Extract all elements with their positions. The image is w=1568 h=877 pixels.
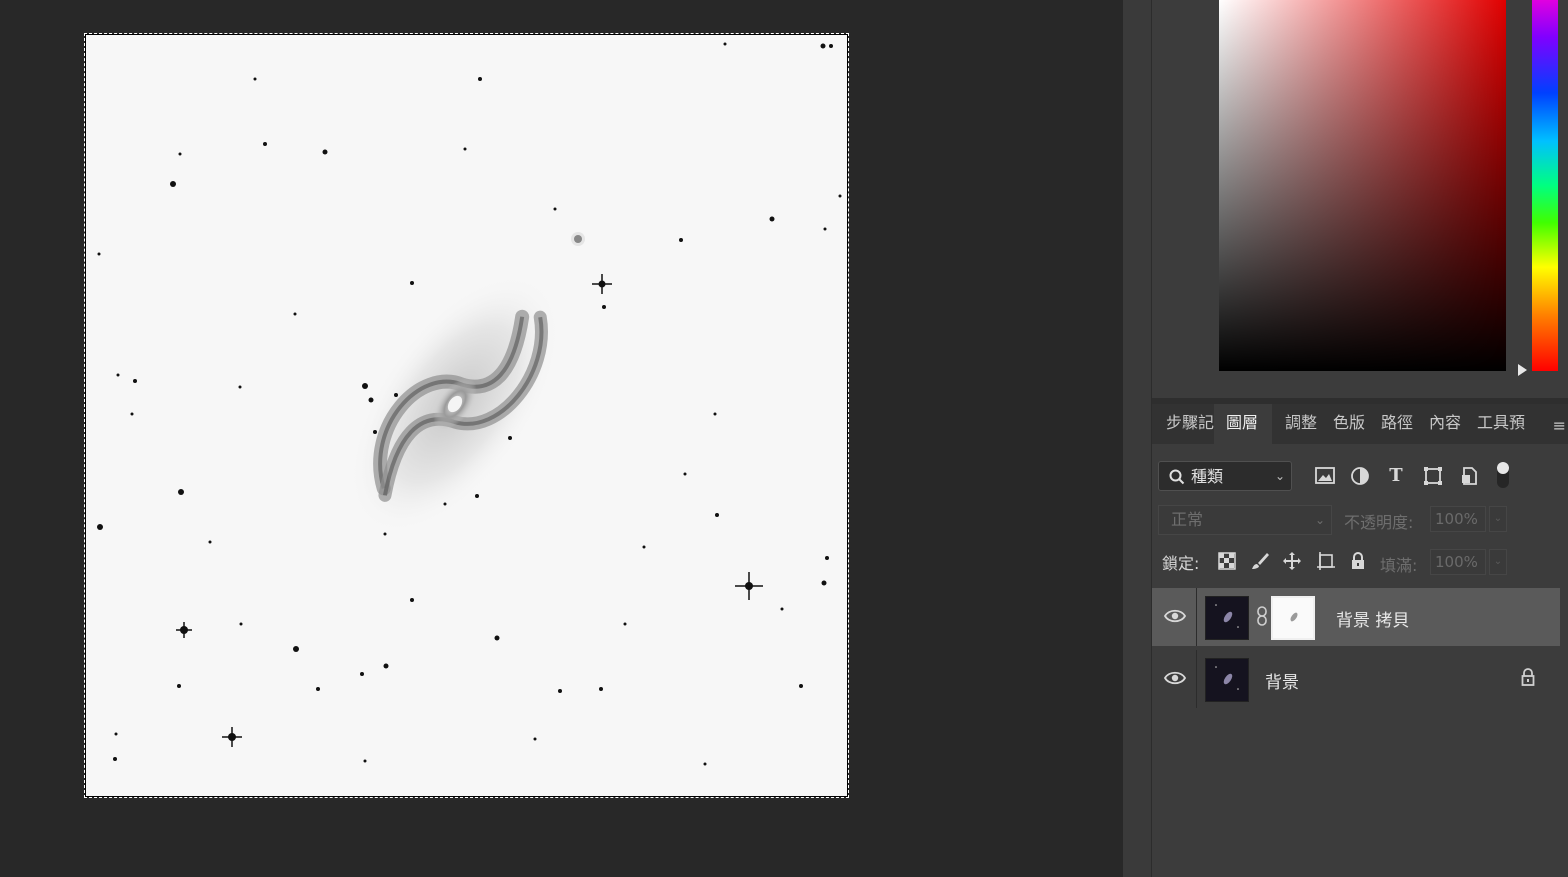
lock-icon[interactable] <box>1520 668 1536 690</box>
lock-image-pixels-icon[interactable] <box>1248 549 1272 573</box>
tab-adjustments[interactable]: 調整 <box>1285 404 1325 444</box>
chevron-down-icon: ⌄ <box>1314 513 1325 527</box>
tab-history[interactable]: 步驟記 <box>1166 404 1214 444</box>
blend-mode-select[interactable]: 正常 ⌄ <box>1158 505 1332 535</box>
layer-row-background-copy[interactable]: 背景 拷貝 <box>1152 588 1560 646</box>
image-filter-icon[interactable] <box>1312 463 1338 489</box>
document-workspace[interactable] <box>0 0 1123 877</box>
document-canvas[interactable] <box>84 33 849 798</box>
layer-thumbnail[interactable] <box>1205 658 1249 702</box>
tab-properties[interactable]: 內容 <box>1429 404 1469 444</box>
adjustment-filter-icon[interactable] <box>1347 463 1373 489</box>
fill-input[interactable]: 100% <box>1430 549 1486 575</box>
search-icon <box>1169 462 1185 502</box>
galaxy-image <box>97 42 842 766</box>
type-filter-icon[interactable]: T <box>1383 463 1409 489</box>
opacity-input[interactable]: 100% <box>1430 506 1486 532</box>
panel-tabs: 步驟記 圖層 調整 色版 路徑 內容 工具預 ≡ <box>1152 404 1568 446</box>
visibility-toggle[interactable] <box>1152 650 1197 708</box>
layer-row-background[interactable]: 背景 <box>1152 650 1560 708</box>
chevron-down-icon: ⌄ <box>1274 469 1285 483</box>
shape-filter-icon[interactable] <box>1420 463 1446 489</box>
layer-name[interactable]: 背景 <box>1265 668 1299 693</box>
hue-slider-handle[interactable] <box>1518 364 1527 376</box>
smart-object-filter-icon[interactable] <box>1456 463 1482 489</box>
eye-icon[interactable] <box>1163 608 1187 628</box>
panel-menu-icon[interactable]: ≡ <box>1553 416 1566 435</box>
layer-mask-thumbnail[interactable] <box>1271 596 1315 640</box>
layer-filter-select[interactable]: 種類 ⌄ <box>1158 461 1292 491</box>
lock-all-icon[interactable] <box>1346 549 1370 573</box>
tab-paths[interactable]: 路徑 <box>1381 404 1421 444</box>
right-panel-dock: 步驟記 圖層 調整 色版 路徑 內容 工具預 ≡ 種類 ⌄ T 正常 ⌄ 不透明… <box>1152 0 1568 877</box>
visibility-toggle[interactable] <box>1152 588 1197 646</box>
layer-thumbnail[interactable] <box>1205 596 1249 640</box>
lock-label: 鎖定: <box>1162 554 1200 573</box>
layer-name[interactable]: 背景 拷貝 <box>1336 606 1409 631</box>
blend-mode-value: 正常 <box>1171 510 1204 529</box>
hue-slider[interactable] <box>1532 0 1558 371</box>
fill-slider-toggle[interactable]: ⌄ <box>1489 549 1507 575</box>
lock-artboard-icon[interactable] <box>1314 549 1338 573</box>
lock-transparent-pixels-icon[interactable] <box>1215 549 1239 573</box>
eye-icon[interactable] <box>1163 670 1187 690</box>
mask-link-icon[interactable] <box>1256 606 1268 630</box>
filter-toggle-switch[interactable] <box>1497 462 1509 488</box>
lock-position-icon[interactable] <box>1280 549 1304 573</box>
opacity-label: 不透明度: <box>1344 513 1414 532</box>
tab-tool-presets[interactable]: 工具預 <box>1477 404 1529 444</box>
fill-label: 填滿: <box>1380 556 1418 575</box>
tab-channels[interactable]: 色版 <box>1333 404 1373 444</box>
panel-collapse-strip <box>1123 0 1152 877</box>
opacity-slider-toggle[interactable]: ⌄ <box>1489 506 1507 532</box>
color-picker-field[interactable] <box>1219 0 1506 371</box>
tab-layers[interactable]: 圖層 <box>1214 404 1272 446</box>
filter-kind-label: 種類 <box>1191 467 1224 486</box>
